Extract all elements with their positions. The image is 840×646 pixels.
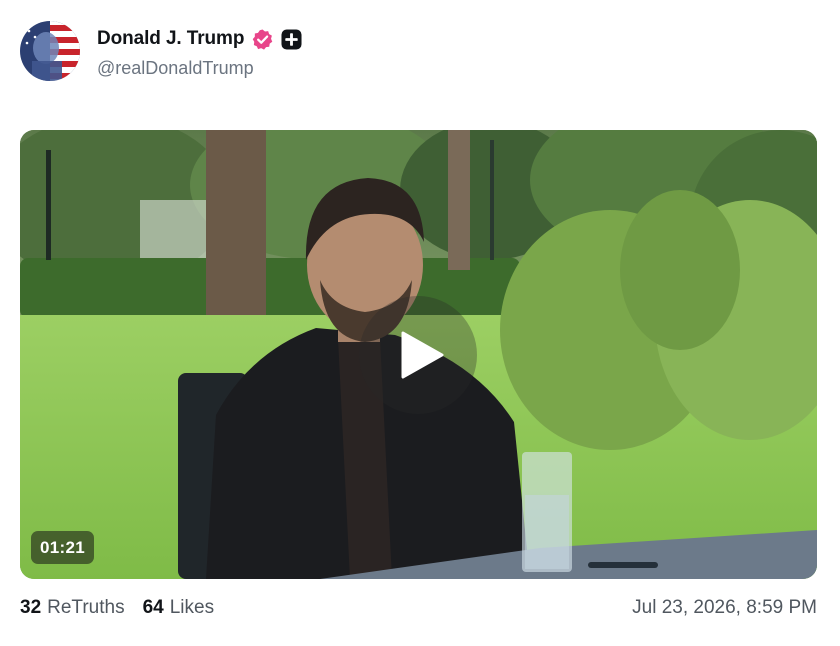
verified-badge-icon — [253, 28, 273, 50]
video-duration-badge: 01:21 — [31, 531, 94, 564]
author-name-row: Donald J. Trump — [97, 26, 302, 52]
post-card: Donald J. Trump @realDonaldTrump 01:21 3… — [0, 0, 840, 646]
author-display-name[interactable]: Donald J. Trump — [97, 28, 244, 50]
retruths-count: 32 — [20, 597, 42, 618]
retruths-label: ReTruths — [47, 597, 125, 618]
avatar-image — [20, 21, 80, 81]
post-timestamp[interactable]: Jul 23, 2026, 8:59 PM — [632, 596, 817, 620]
likes-count: 64 — [142, 597, 164, 618]
play-button[interactable] — [359, 296, 477, 414]
author-avatar[interactable] — [20, 21, 80, 81]
post-stats: 32 ReTruths 64 Likes — [20, 596, 214, 620]
likes-stat[interactable]: 64 Likes — [143, 597, 215, 619]
video-player[interactable]: 01:21 — [20, 130, 817, 579]
likes-label: Likes — [169, 597, 215, 618]
retruths-stat[interactable]: 32 ReTruths — [20, 597, 125, 619]
author-handle[interactable]: @realDonaldTrump — [97, 58, 254, 79]
play-icon — [401, 331, 444, 379]
plus-badge-icon — [281, 28, 302, 50]
